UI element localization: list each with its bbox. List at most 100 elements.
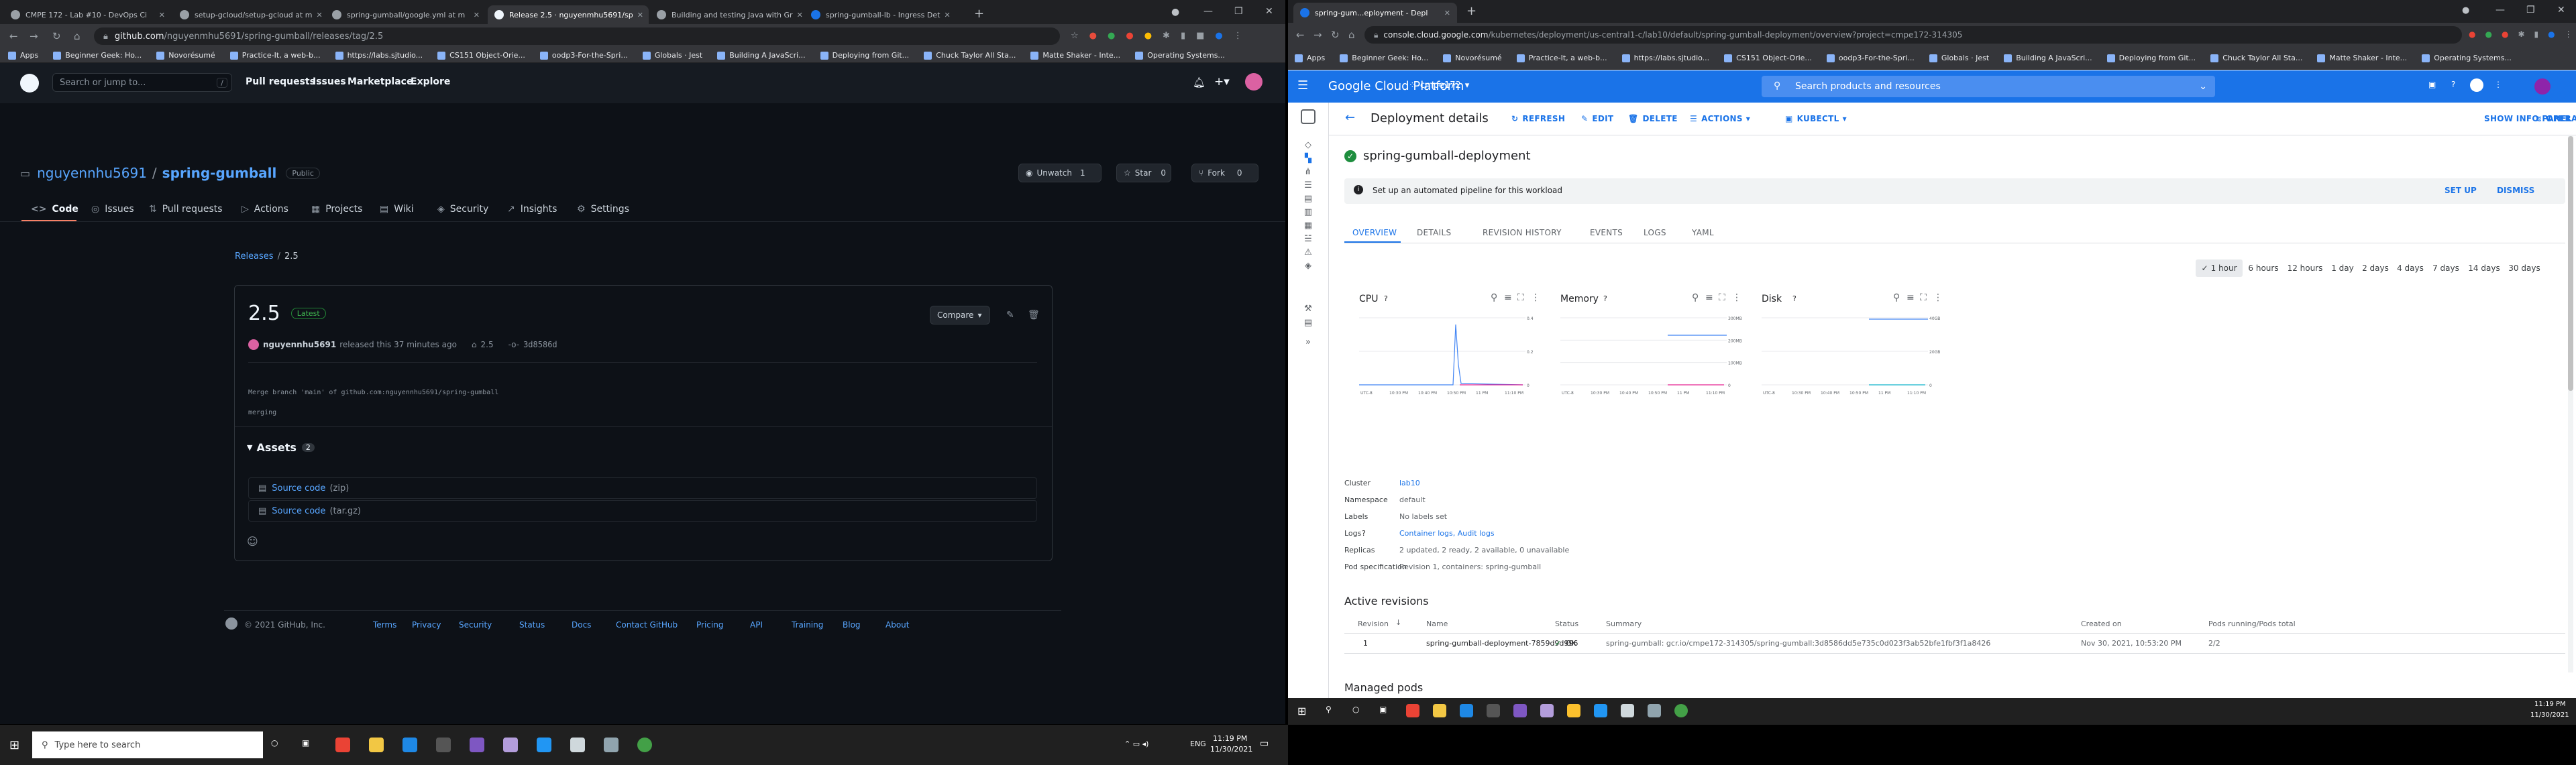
collapse-icon[interactable]: »: [1303, 337, 1313, 347]
col-revision[interactable]: Revision: [1358, 620, 1389, 628]
footer-link[interactable]: API: [750, 620, 763, 630]
hamburger-menu-icon[interactable]: ☰: [1297, 78, 1308, 93]
bookmark-item[interactable]: Matte Shaker - Inte...: [1030, 51, 1120, 60]
footer-link[interactable]: Docs: [572, 620, 591, 630]
clock-date[interactable]: 11/30/2021: [1210, 745, 1252, 754]
close-tab-icon[interactable]: ✕: [1440, 9, 1450, 17]
operations-button[interactable]: ≋OPERATIONS: [2535, 114, 2576, 123]
chrome-taskbar-icon[interactable]: [1406, 704, 1419, 717]
bookmark-item[interactable]: CS151 Object-Orie...: [1724, 54, 1812, 62]
bookmark-item[interactable]: Beginner Geek: Ho...: [53, 51, 142, 60]
actions-dropdown[interactable]: ☰ ACTIONS ▾: [1690, 114, 1750, 123]
clock-time[interactable]: 11:19 PM: [1213, 734, 1247, 743]
file-explorer-icon[interactable]: [1433, 704, 1446, 717]
range-2-days[interactable]: 2 days: [2360, 259, 2391, 277]
dismiss-button[interactable]: DISMISS: [2497, 186, 2534, 195]
help-icon[interactable]: ?: [1603, 294, 1607, 303]
edge-icon[interactable]: [402, 738, 417, 752]
tab-security[interactable]: ◈ Security: [437, 204, 488, 215]
clock-time[interactable]: 11:19 PM: [2534, 701, 2566, 708]
tag-link[interactable]: 2.5: [481, 340, 494, 349]
github-logo-icon[interactable]: [20, 74, 39, 93]
browser-tab[interactable]: spring-gumball-lb - Ingress Det ✕: [804, 5, 956, 24]
footer-link[interactable]: About: [885, 620, 909, 630]
browser-tab[interactable]: Building and testing Java with Gr ✕: [650, 5, 803, 24]
maximize-icon[interactable]: ❐: [1234, 6, 1243, 17]
range-14-days[interactable]: 14 days: [2466, 259, 2502, 277]
close-tab-icon[interactable]: ✕: [633, 11, 643, 19]
avatar[interactable]: [1245, 73, 1263, 91]
close-tab-icon[interactable]: ✕: [470, 11, 480, 19]
tab-details[interactable]: DETAILS: [1417, 228, 1451, 237]
app-icon[interactable]: [1567, 704, 1580, 717]
bookmark-item[interactable]: Novorésumé: [156, 51, 215, 60]
trash-icon[interactable]: 🗑︎: [1028, 310, 1040, 320]
bookmark-item[interactable]: Building A JavaScri...: [717, 51, 806, 60]
chrome-taskbar-icon[interactable]: [335, 738, 350, 752]
storage-icon[interactable]: ▥: [1303, 207, 1313, 217]
cloud-shell-icon[interactable]: ▣: [2428, 80, 2436, 89]
app-icon[interactable]: [1648, 704, 1661, 717]
bookmark-item[interactable]: Globals · Jest: [642, 51, 702, 60]
range-1-day[interactable]: 1 day: [2329, 259, 2356, 277]
app-icon[interactable]: [1674, 704, 1688, 717]
delete-button[interactable]: 🗑︎ DELETE: [1628, 114, 1678, 123]
create-new-icon[interactable]: +▾: [1214, 75, 1230, 89]
help-icon[interactable]: ?: [1362, 529, 1366, 538]
tab-logs[interactable]: LOGS: [1644, 228, 1666, 237]
unwatch-button[interactable]: ◉ Unwatch 1: [1018, 164, 1102, 182]
range-12-hours[interactable]: 12 hours: [2285, 259, 2325, 277]
cortana-icon[interactable]: ○: [271, 738, 278, 748]
marketplace-icon[interactable]: ◈: [1303, 261, 1313, 271]
refresh-button[interactable]: ↻ REFRESH: [1511, 114, 1565, 123]
browser-tab-active[interactable]: spring-gum...eployment - Depl ✕: [1293, 3, 1457, 23]
puzzle-icon[interactable]: ✱: [1163, 31, 1170, 41]
extension-icon[interactable]: ●: [2502, 30, 2508, 39]
extension-icon[interactable]: ■: [1196, 31, 1204, 41]
range-30-days[interactable]: 30 days: [2506, 259, 2542, 277]
tab-pull-requests[interactable]: ⇅ Pull requests: [149, 204, 223, 215]
backup-icon[interactable]: ⚠: [1303, 247, 1313, 257]
config-icon[interactable]: ▤: [1303, 194, 1313, 204]
task-view-icon[interactable]: ▣: [302, 738, 309, 748]
kebab-menu-icon[interactable]: ⋮: [1933, 292, 1943, 303]
teams-icon[interactable]: [503, 738, 518, 752]
applications-icon[interactable]: ☰: [1303, 180, 1313, 190]
help-icon[interactable]: ?: [1792, 294, 1796, 303]
app-icon[interactable]: [570, 738, 585, 752]
browser-tab[interactable]: spring-gumball/google.yml at m ✕: [325, 5, 486, 24]
bookmark-item[interactable]: Novorésumé: [1443, 54, 1502, 62]
close-tab-icon[interactable]: ✕: [793, 11, 803, 19]
footer-link[interactable]: Blog: [843, 620, 861, 630]
kubectl-dropdown[interactable]: ▣ KUBECTL ▾: [1785, 114, 1847, 123]
file-explorer-icon[interactable]: [369, 738, 384, 752]
reload-icon[interactable]: ↻: [52, 30, 61, 42]
close-window-icon[interactable]: ✕: [2557, 5, 2565, 15]
tools-icon[interactable]: ⚒: [1303, 304, 1313, 314]
asset-row[interactable]: ▤ Source code (tar.gz): [248, 500, 1037, 522]
close-tab-icon[interactable]: ✕: [155, 11, 165, 19]
assets-toggle[interactable]: ▼ Assets 2: [247, 441, 315, 454]
asset-row[interactable]: ▤ Source code (zip): [248, 477, 1037, 499]
maximize-icon[interactable]: ❐: [2526, 5, 2535, 15]
windows-start-icon[interactable]: ⊞: [1297, 705, 1306, 717]
search-zoom-icon[interactable]: ⚲: [1491, 292, 1497, 303]
breadcrumb-releases-link[interactable]: Releases: [235, 251, 274, 261]
filter-icon[interactable]: ≡: [1504, 292, 1512, 303]
app-icon[interactable]: [637, 738, 652, 752]
services-icon[interactable]: ⋔: [1303, 167, 1313, 177]
repo-owner-link[interactable]: nguyennhu5691: [37, 165, 147, 181]
repo-name-link[interactable]: spring-gumball: [162, 165, 277, 181]
migrate-icon[interactable]: ☱: [1303, 234, 1313, 244]
range-6-hours[interactable]: 6 hours: [2246, 259, 2281, 277]
filter-icon[interactable]: ≡: [1907, 292, 1915, 303]
search-input[interactable]: Search or jump to... /: [52, 73, 232, 92]
address-bar[interactable]: 🔒︎ console.cloud.google.com/kubernetes/d…: [1364, 26, 2462, 44]
add-reaction-icon[interactable]: ☺: [247, 535, 258, 548]
vscode-icon[interactable]: [537, 738, 551, 752]
setup-button[interactable]: SET UP: [2445, 186, 2477, 195]
extension-icon[interactable]: ●: [1089, 31, 1097, 41]
clock-date[interactable]: 11/30/2021: [2530, 711, 2569, 719]
footer-link[interactable]: Terms: [373, 620, 396, 630]
search-zoom-icon[interactable]: ⚲: [1893, 292, 1900, 303]
